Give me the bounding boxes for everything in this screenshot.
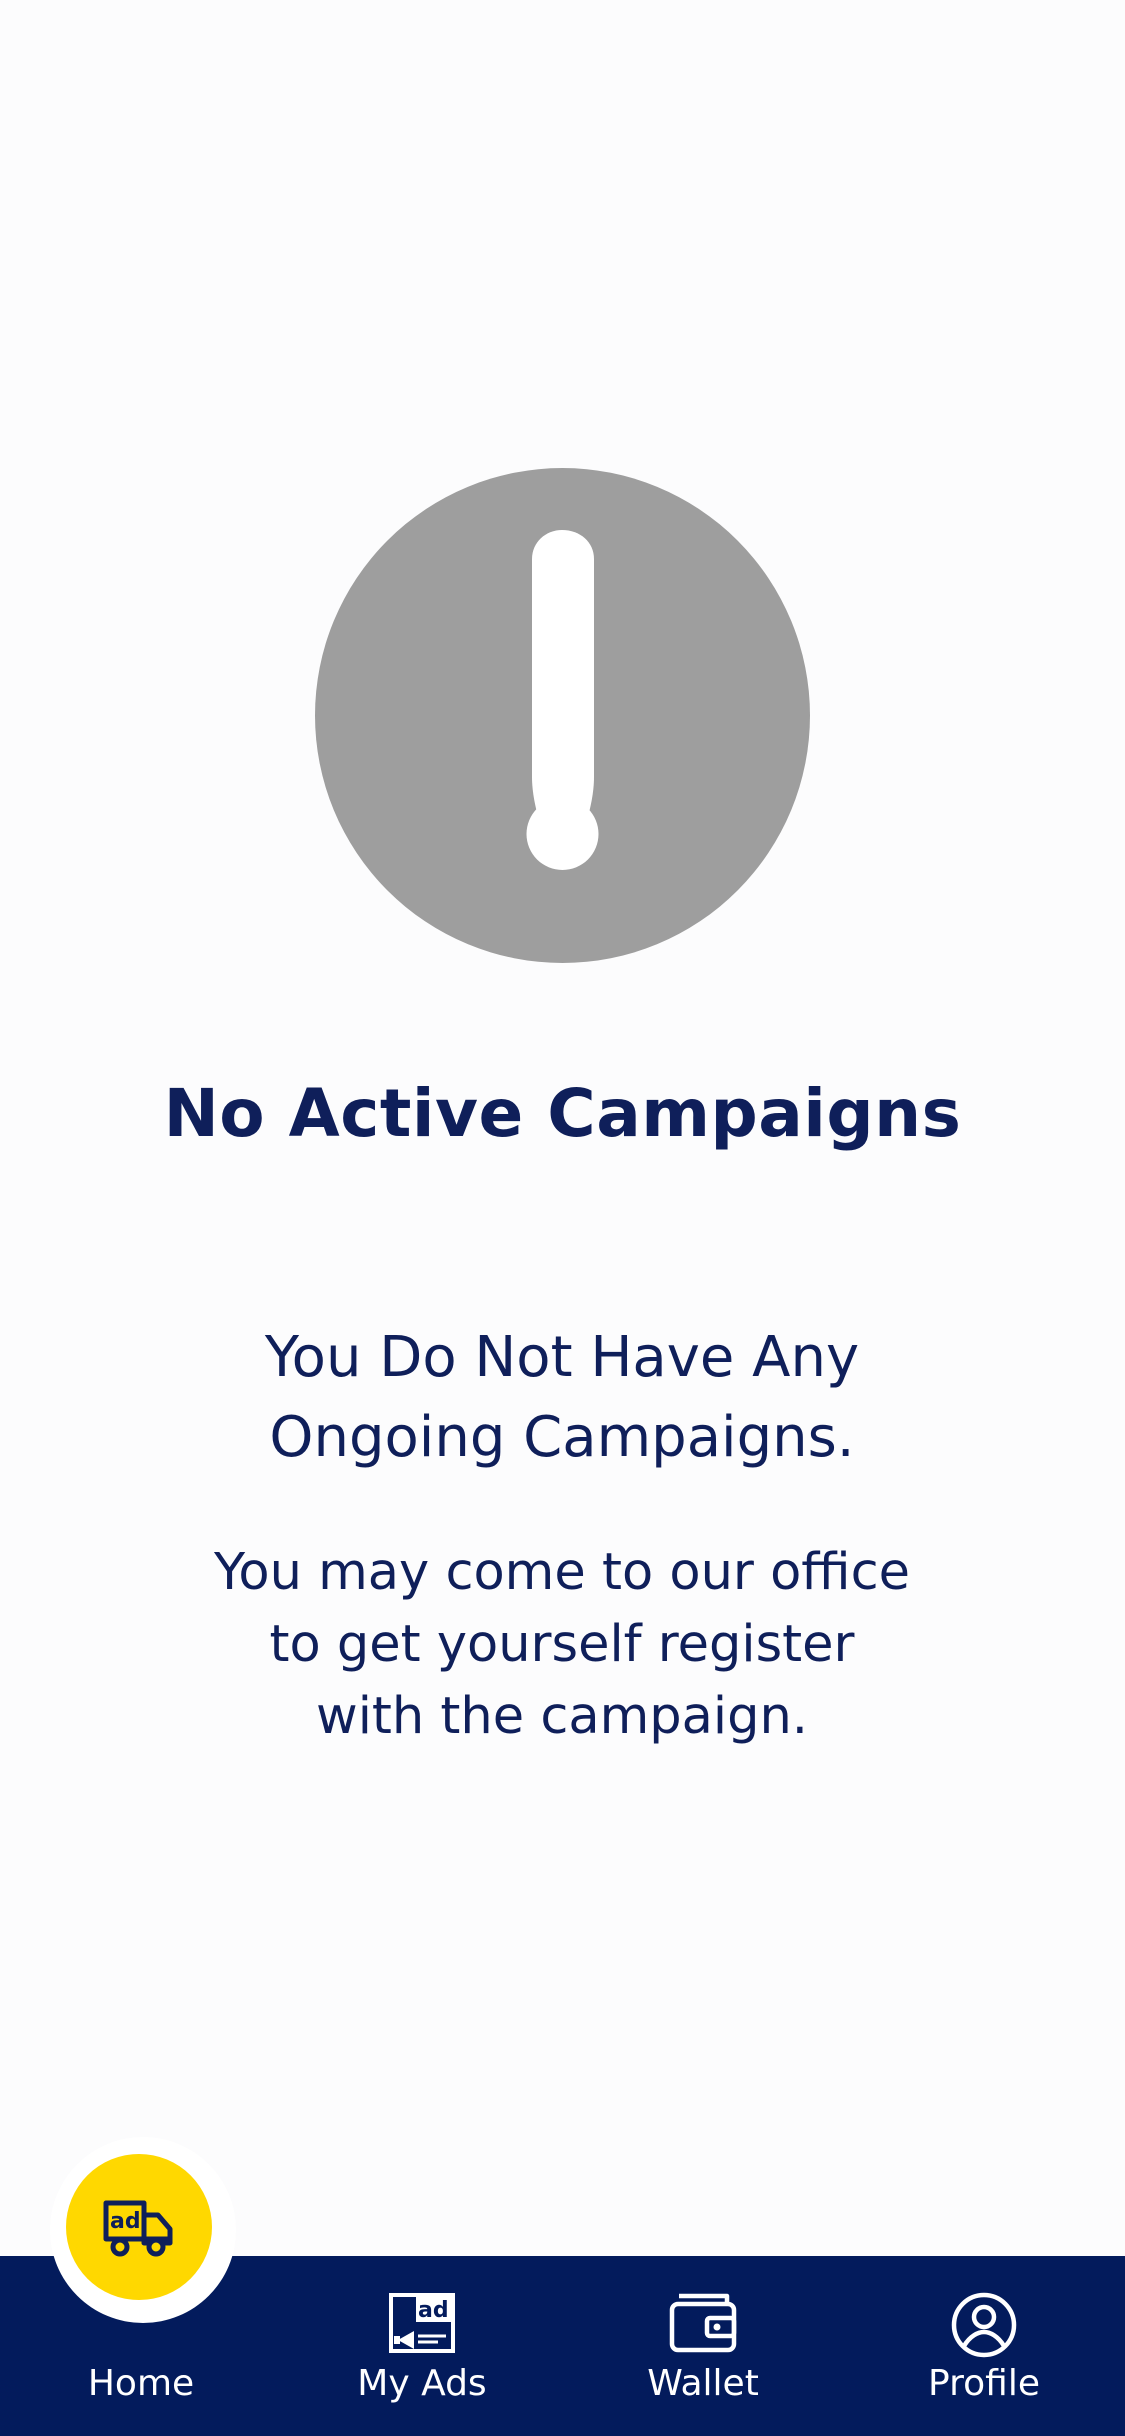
empty-state-subtitle: You Do Not Have Any Ongoing Campaigns. (162, 1318, 962, 1478)
svg-text:ad: ad (418, 2298, 449, 2323)
no-campaigns-screen: No Active Campaigns You Do Not Have Any … (0, 0, 1125, 2436)
nav-label-wallet: Wallet (647, 2363, 759, 2404)
wallet-icon (669, 2293, 737, 2353)
nav-item-my-ads[interactable]: ad My Ads (302, 2256, 542, 2436)
empty-state-title: No Active Campaigns (163, 1075, 962, 1152)
nav-label-my-ads: My Ads (357, 2363, 487, 2404)
nav-label-home: Home (87, 2363, 195, 2404)
nav-label-profile: Profile (928, 2363, 1040, 2404)
nav-item-wallet[interactable]: Wallet (583, 2256, 823, 2436)
message-line: to get yourself register (269, 1615, 855, 1674)
nav-item-home[interactable]: Home (21, 2256, 261, 2436)
empty-state-message: You may come to our office to get yourse… (162, 1537, 962, 1753)
subtitle-line: You Do Not Have Any (264, 1325, 860, 1390)
subtitle-line: Ongoing Campaigns. (269, 1405, 855, 1470)
svg-text:ad: ad (110, 2209, 141, 2234)
ad-megaphone-icon: ad (389, 2293, 455, 2353)
message-line: You may come to our office (214, 1543, 910, 1602)
exclamation-circle-icon (315, 468, 810, 963)
ad-truck-icon: ad (103, 2200, 173, 2257)
user-circle-icon (951, 2292, 1017, 2358)
message-line: with the campaign. (316, 1687, 808, 1746)
nav-item-profile[interactable]: Profile (864, 2256, 1104, 2436)
